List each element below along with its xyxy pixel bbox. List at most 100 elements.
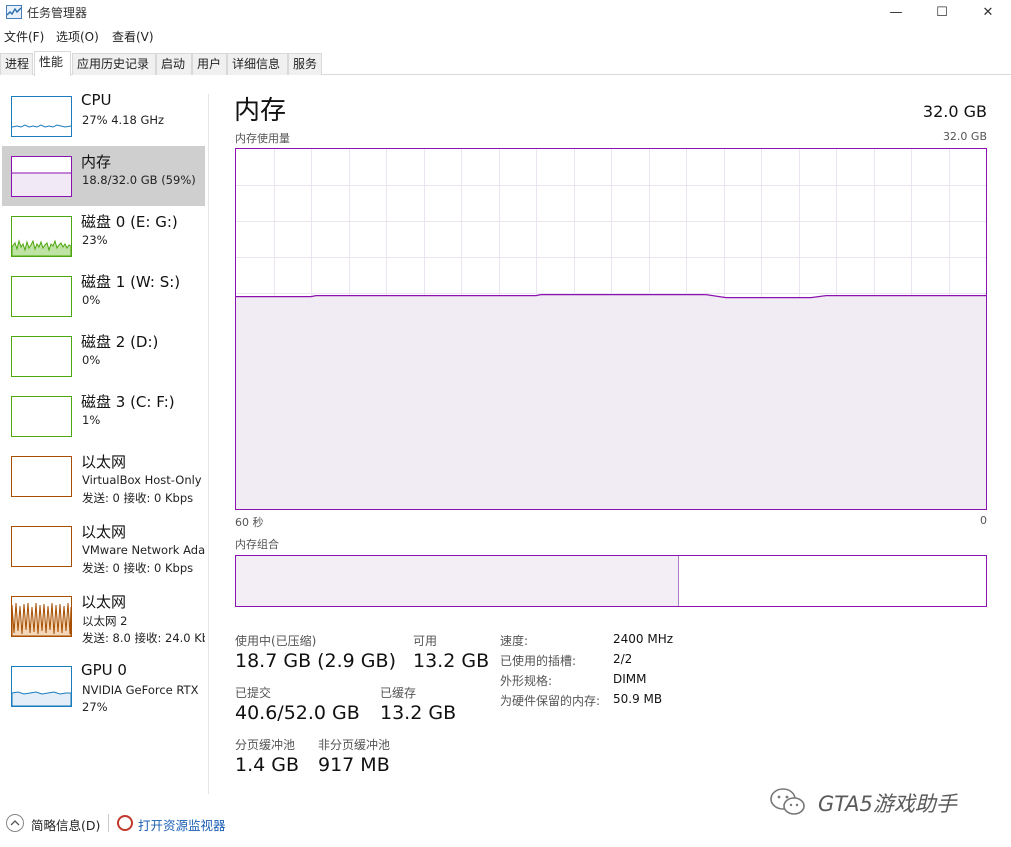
sidebar-item-title: 内存 [81,153,112,171]
sidebar-item-detail: 1% [82,413,101,427]
sidebar-item-detail: 0% [82,353,101,367]
sidebar-item-throughput: 发送: 0 接收: 0 Kbps [82,491,194,505]
wechat-logo-icon [770,788,805,815]
sidebar-item-title: 以太网 [81,523,127,541]
ethernet-thumbnail-graph [11,526,72,567]
sidebar-item-detail: VMware Network Ada [82,543,205,557]
sidebar-item-detail: 27% 4.18 GHz [82,113,165,127]
memory-usage-area [236,294,986,509]
title-bar: 任务管理器 — ☐ ✕ [0,0,1011,26]
sidebar-item-title: CPU [81,91,112,109]
nonpaged-pool-value: 917 MB [318,754,390,776]
speed-label: 速度: [500,634,529,648]
total-memory: 32.0 GB [922,102,987,121]
paged-pool-label: 分页缓冲池 [235,738,296,752]
sidebar-item-detail: NVIDIA GeForce RTX [82,683,199,697]
chevron-up-icon[interactable] [6,814,24,832]
menu-file[interactable]: 文件(F) [4,28,44,45]
sidebar-item-gpu-0[interactable]: GPU 0 NVIDIA GeForce RTX 27% [2,656,205,716]
resource-sidebar: CPU 27% 4.18 GHz 内存 18.8/32.0 GB (59%) 磁… [0,86,210,786]
ethernet-2-thumbnail-graph [11,596,72,637]
sidebar-item-ethernet-2[interactable]: 以太网 以太网 2 发送: 8.0 接收: 24.0 Kb [2,586,205,646]
sidebar-item-detail: VirtualBox Host-Only [82,473,202,487]
tab-details[interactable]: 详细信息 [227,53,288,75]
form-factor-label: 外形规格: [500,674,553,688]
sidebar-item-title: GPU 0 [81,661,127,679]
open-resource-monitor-link[interactable]: 打开资源监视器 [138,815,226,834]
memory-usage-label: 内存使用量 [235,132,290,145]
sidebar-item-title: 磁盘 2 (D:) [81,333,159,351]
ethernet-thumbnail-graph [11,456,72,497]
tab-processes[interactable]: 进程 [0,53,33,75]
menu-options[interactable]: 选项(O) [56,28,99,45]
cached-label: 已缓存 [380,686,417,700]
slots-label: 已使用的插槽: [500,654,577,668]
maximize-button[interactable]: ☐ [919,0,965,26]
window-title: 任务管理器 [27,6,88,20]
form-factor-value: DIMM [613,672,647,686]
close-button[interactable]: ✕ [965,0,1011,26]
sidebar-item-detail: 23% [82,233,108,247]
task-manager-icon [6,5,22,19]
memory-usage-max: 32.0 GB [942,130,987,143]
sidebar-item-title: 以太网 [81,453,127,471]
memory-usage-graph [235,148,987,510]
in-use-label: 使用中(已压缩) [235,634,317,648]
tab-app-history[interactable]: 应用历史记录 [72,53,156,75]
minimize-button[interactable]: — [873,0,919,26]
memory-composition-label: 内存组合 [235,538,279,551]
speed-value: 2400 MHz [613,632,674,646]
memory-usage-chart [236,149,986,509]
sidebar-item-disk-1[interactable]: 磁盘 1 (W: S:) 0% [2,266,205,326]
sidebar-item-ethernet-vmware[interactable]: 以太网 VMware Network Ada 发送: 0 接收: 0 Kbps [2,516,205,576]
slots-value: 2/2 [613,652,633,666]
fewer-details-button[interactable]: 简略信息(D) [31,815,100,834]
cached-value: 13.2 GB [380,702,457,724]
available-value: 13.2 GB [413,650,490,672]
cpu-thumbnail-graph [11,96,72,137]
axis-time-end: 0 [980,514,987,527]
sidebar-item-cpu[interactable]: CPU 27% 4.18 GHz [2,86,205,146]
in-use-value: 18.7 GB (2.9 GB) [235,650,396,672]
disk-0-thumbnail-graph [11,216,72,257]
tab-performance[interactable]: 性能 [34,51,71,76]
sidebar-item-ethernet-virtualbox[interactable]: 以太网 VirtualBox Host-Only 发送: 0 接收: 0 Kbp… [2,446,205,506]
sidebar-item-detail: 0% [82,293,101,307]
sidebar-item-title: 磁盘 1 (W: S:) [81,273,181,291]
tab-startup[interactable]: 启动 [156,53,192,75]
tab-services[interactable]: 服务 [288,53,322,75]
tab-bar: 进程 性能 应用历史记录 启动 用户 详细信息 服务 [0,51,1011,76]
nonpaged-pool-label: 非分页缓冲池 [318,738,391,752]
committed-value: 40.6/52.0 GB [235,702,360,724]
sidebar-item-title: 磁盘 0 (E: G:) [81,213,178,231]
memory-composition-bar [235,555,987,607]
watermark-text: GTA5游戏助手 [818,792,957,816]
page-title: 内存 [234,96,287,126]
hardware-reserved-label: 为硬件保留的内存: [500,694,601,708]
tab-users[interactable]: 用户 [192,53,227,75]
sidebar-item-disk-3[interactable]: 磁盘 3 (C: F:) 1% [2,386,205,446]
gpu-thumbnail-graph [11,666,72,707]
menu-view[interactable]: 查看(V) [112,28,154,45]
committed-label: 已提交 [235,686,272,700]
paged-pool-value: 1.4 GB [235,754,300,776]
sidebar-item-title: 以太网 [81,593,127,611]
hardware-reserved-value: 50.9 MB [613,692,663,706]
sidebar-item-throughput: 发送: 0 接收: 0 Kbps [82,561,194,575]
disk-1-thumbnail-graph [11,276,72,317]
memory-thumbnail-graph [11,156,72,197]
axis-time-start: 60 秒 [235,516,264,529]
footer-divider [108,814,109,832]
resource-monitor-icon [117,815,133,831]
sidebar-item-disk-0[interactable]: 磁盘 0 (E: G:) 23% [2,206,205,266]
sidebar-item-memory[interactable]: 内存 18.8/32.0 GB (59%) [2,146,205,206]
sidebar-item-usage: 27% [82,700,108,714]
disk-3-thumbnail-graph [11,396,72,437]
sidebar-item-disk-2[interactable]: 磁盘 2 (D:) 0% [2,326,205,386]
memory-in-use-segment [236,556,679,606]
disk-2-thumbnail-graph [11,336,72,377]
available-label: 可用 [413,634,438,648]
sidebar-item-throughput: 发送: 8.0 接收: 24.0 Kb [82,631,205,645]
sidebar-item-detail: 以太网 2 [82,614,128,628]
sidebar-item-title: 磁盘 3 (C: F:) [81,393,175,411]
